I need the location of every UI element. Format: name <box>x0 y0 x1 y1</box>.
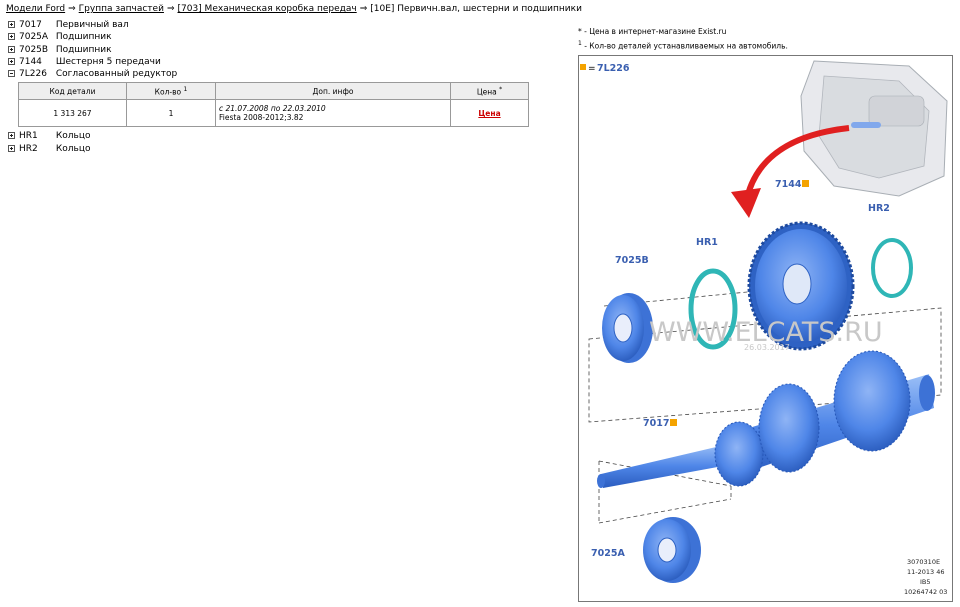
part-qty-cell: 1 <box>126 99 216 128</box>
expand-icon[interactable] <box>8 45 15 53</box>
expand-icon[interactable] <box>8 21 15 28</box>
ring-hr2[interactable] <box>871 238 913 298</box>
table-header-row: Код детали Кол-во 1 Доп. инфо Цена * <box>18 82 529 101</box>
breadcrumb-current: [10E] Первичн.вал, шестерни и подшипники <box>370 4 582 14</box>
tree-item-7l226[interactable]: 7L226 Согласованный редуктор <box>8 68 540 80</box>
assembly-label[interactable]: 7L226 <box>597 63 630 74</box>
column-header-info: Доп. инфо <box>215 82 451 101</box>
tree-item-hr1[interactable]: HR1 Кольцо <box>8 130 540 142</box>
tree-item-code: 7025A <box>19 32 49 43</box>
label-hr2[interactable]: HR2 <box>868 203 890 214</box>
label-7025a[interactable]: 7025A <box>591 548 625 559</box>
tree-item-name: Подшипник <box>55 32 112 43</box>
tree-item-name: Первичный вал <box>55 20 129 30</box>
svg-text:11-2013 46: 11-2013 46 <box>907 568 945 576</box>
expand-icon[interactable] <box>8 132 15 140</box>
breadcrumb-link-models[interactable]: Модели Ford <box>6 4 65 14</box>
tree-item-code: HR2 <box>19 143 38 154</box>
tree-item-name: Кольцо <box>55 143 91 154</box>
expand-icon[interactable] <box>8 33 15 41</box>
tree-item-code: 7L226 <box>19 69 47 80</box>
part-date-range: с 21.07.2008 по 22.03.2010 <box>219 104 326 114</box>
marker-icon <box>802 180 809 187</box>
legend-qty-note: 1 - Кол-во деталей устанавливаемых на ав… <box>578 40 788 51</box>
tree-item-code: HR1 <box>19 131 38 142</box>
part-code-cell: 1 313 267 <box>18 99 127 128</box>
tree-item-7025a[interactable]: 7025A Подшипник <box>8 31 540 43</box>
assembly-marker-icon <box>580 64 586 70</box>
collapse-icon[interactable] <box>8 70 15 78</box>
tree-item-7144[interactable]: 7144 Шестерня 5 передачи <box>8 56 540 68</box>
gearbox-housing-image <box>800 60 948 197</box>
legend-price-note: * - Цена в интернет-магазине Exist.ru <box>578 27 727 36</box>
expand-icon[interactable] <box>8 144 15 152</box>
part-model: Fiesta 2008-2012;3.82 <box>219 113 304 123</box>
breadcrumb-separator: ⇒ <box>68 4 76 14</box>
label-7144[interactable]: 7144 <box>775 179 802 190</box>
tree-item-name: Согласованный редуктор <box>55 69 178 80</box>
column-header-qty: Кол-во 1 <box>126 82 216 101</box>
breadcrumb-separator: ⇒ <box>359 4 368 14</box>
svg-text:IB5: IB5 <box>920 578 931 586</box>
tree-item-code: 7017 <box>19 20 42 30</box>
exploded-view-svg: = 7L226 7144 HR2 HR1 7025B WWW.ELCATS.RU… <box>580 60 948 596</box>
column-header-price: Цена * <box>450 82 529 101</box>
column-header-code: Код детали <box>18 82 127 101</box>
tree-item-7025b[interactable]: 7025B Подшипник <box>8 44 540 56</box>
label-7017[interactable]: 7017 <box>643 418 669 429</box>
svg-text:3070310E: 3070310E <box>907 558 940 566</box>
svg-text:10264742 03: 10264742 03 <box>904 588 947 596</box>
price-footnote-mark: * <box>499 86 503 94</box>
label-7025b[interactable]: 7025B <box>615 255 649 266</box>
tree-item-name: Кольцо <box>55 131 91 142</box>
part-price-cell: Цена <box>450 99 529 128</box>
table-row: 1 313 267 1 с 21.07.2008 по 22.03.2010 Fi… <box>18 99 529 128</box>
expand-icon[interactable] <box>8 57 15 65</box>
bearing-7025b[interactable] <box>602 293 653 363</box>
parts-tree: 7017 Первичный вал 7025A Подшипник 7025B… <box>8 19 540 155</box>
watermark-date: 26.03.2017 <box>744 343 790 352</box>
breadcrumb-link-gearbox[interactable]: [703] Механическая коробка передач <box>178 4 357 14</box>
label-hr1[interactable]: HR1 <box>696 237 718 248</box>
breadcrumb: Модели Ford ⇒ Группа запчастей ⇒ [703] Механ… <box>6 4 582 14</box>
tree-item-name: Подшипник <box>55 44 112 55</box>
parts-table: Код детали Кол-во 1 Доп. инфо Цена * 1 3… <box>18 82 529 128</box>
breadcrumb-link-group[interactable]: Группа запчастей <box>79 4 164 14</box>
tree-item-hr2[interactable]: HR2 Кольцо <box>8 143 540 155</box>
price-link[interactable]: Цена <box>478 109 500 118</box>
tree-item-7017[interactable]: 7017 Первичный вал <box>8 19 540 31</box>
bearing-7025a[interactable] <box>643 517 701 583</box>
tree-item-code: 7025B <box>19 44 49 55</box>
part-info-cell: с 21.07.2008 по 22.03.2010 Fiesta 2008-20… <box>215 99 451 128</box>
qty-footnote-mark: 1 <box>183 86 188 94</box>
tree-item-name: Шестерня 5 передачи <box>55 56 161 67</box>
tree-item-code: 7144 <box>19 56 42 67</box>
legend: * - Цена в интернет-магазине Exist.ru 1 … <box>578 26 788 53</box>
marker-icon <box>670 419 677 426</box>
assembly-equals: = <box>588 64 596 74</box>
breadcrumb-separator: ⇒ <box>166 4 175 14</box>
drawing-reference: 3070310E 11-2013 46 IB5 10264742 03 <box>904 558 947 596</box>
parts-diagram: = 7L226 7144 HR2 HR1 7025B WWW.ELCATS.RU… <box>578 55 953 602</box>
